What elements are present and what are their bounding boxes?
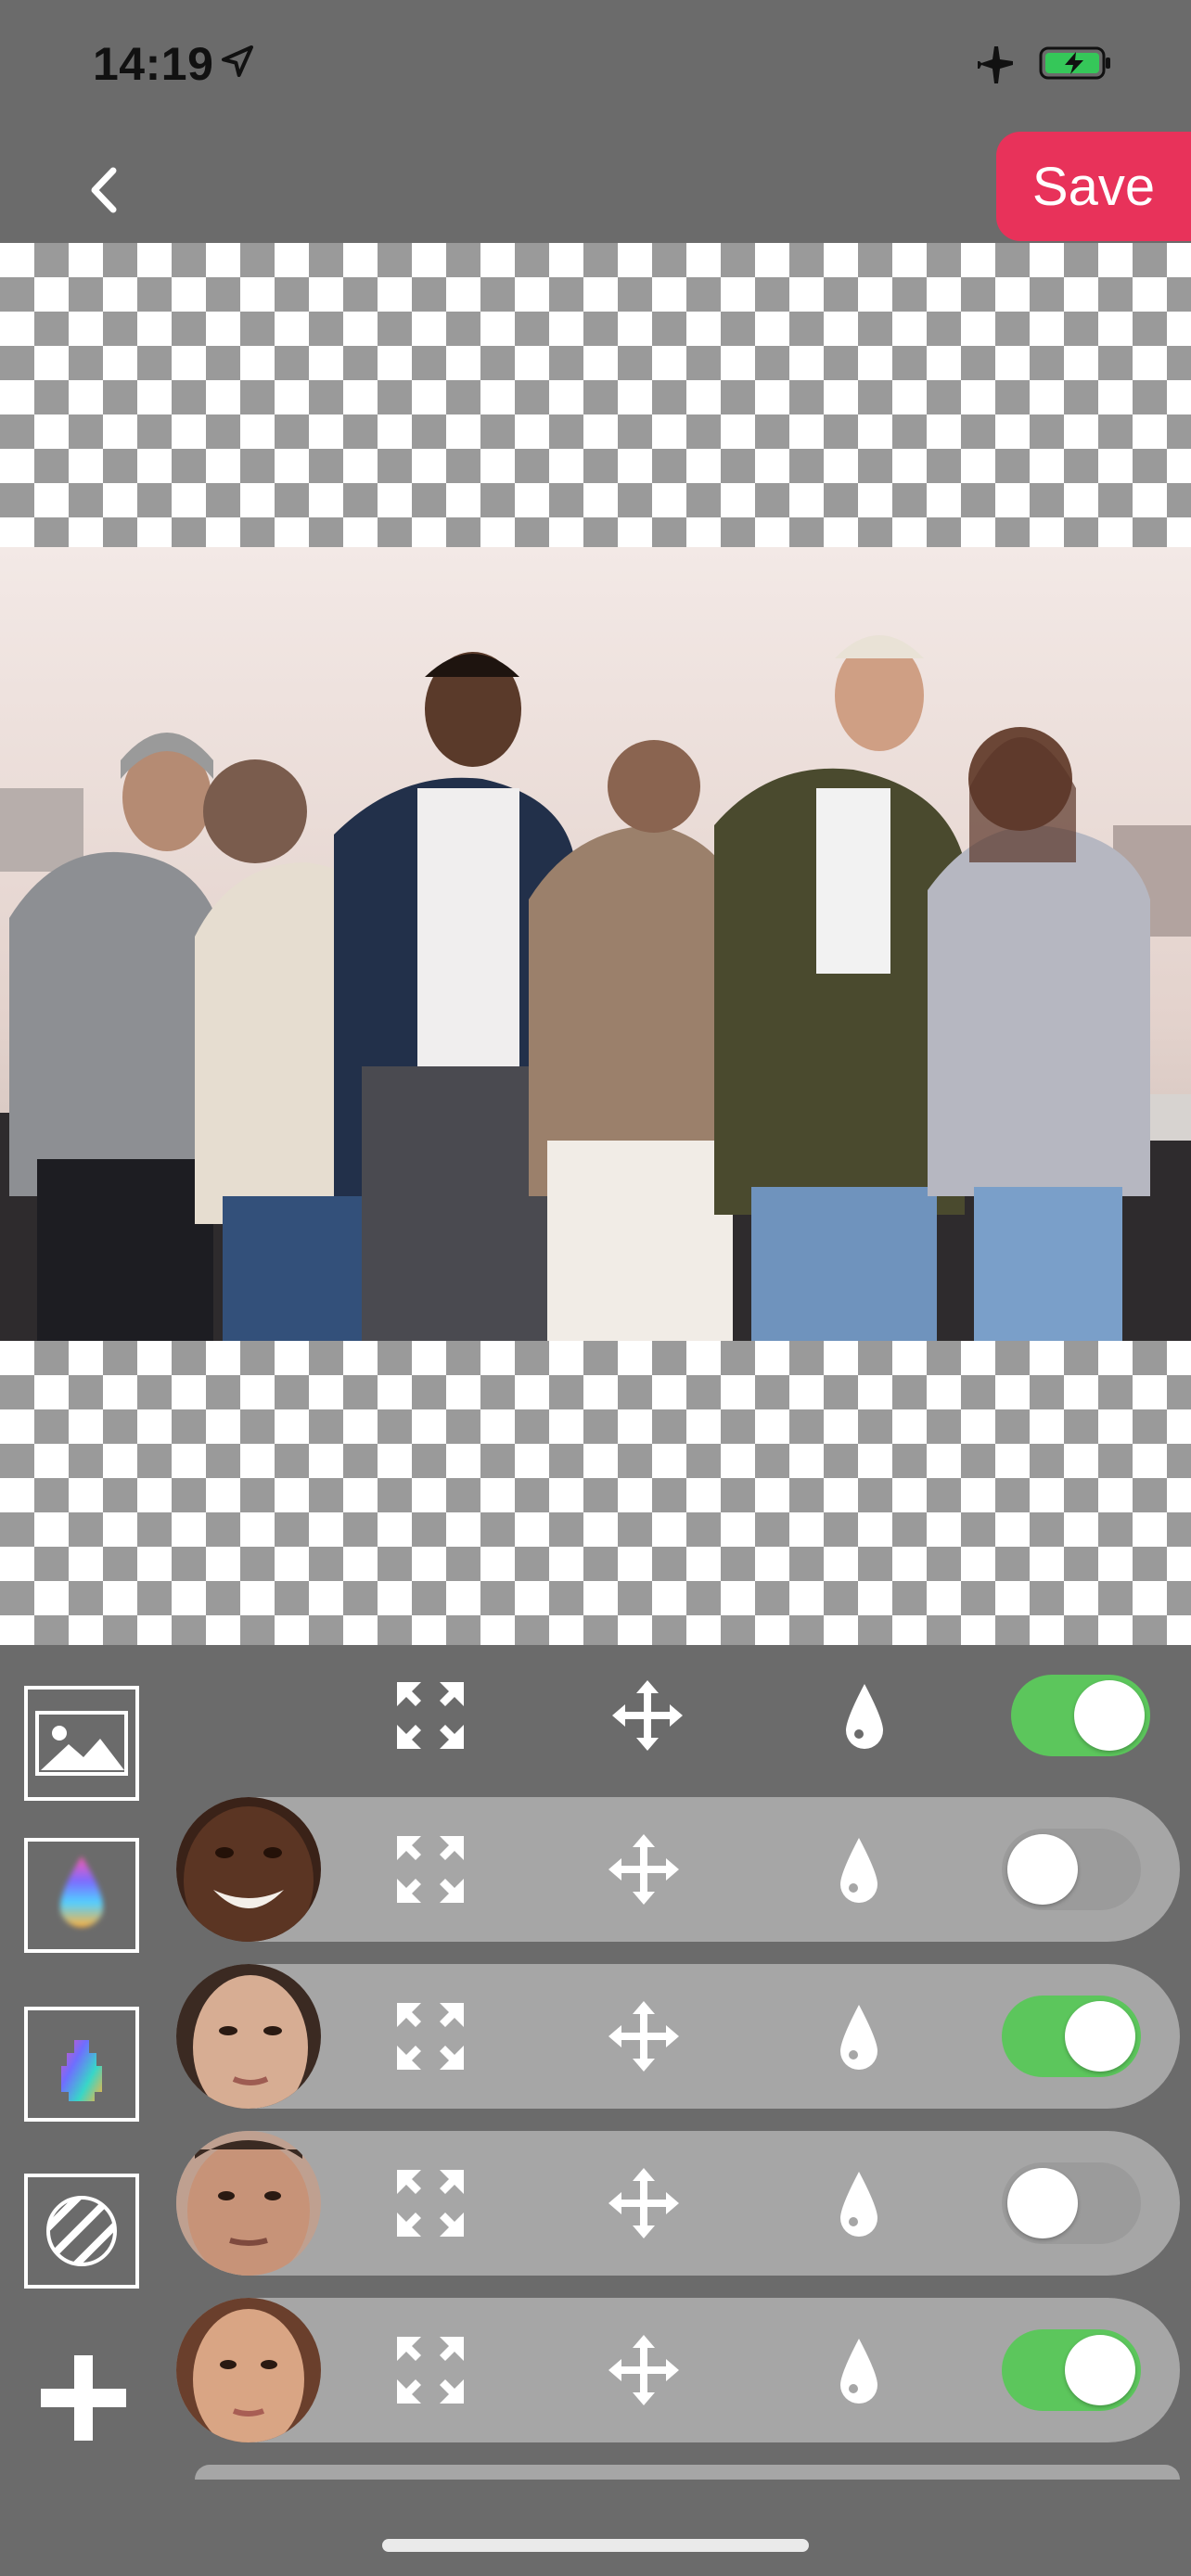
rainbow-pixel-drop-icon [61,2027,102,2101]
resize-icon[interactable] [393,1832,467,1906]
resize-icon[interactable] [393,2166,467,2240]
background-image-button[interactable] [24,1686,139,1801]
face-layer-row-partial [195,2465,1180,2480]
pattern-effect-button[interactable] [24,2174,139,2289]
back-button[interactable] [74,158,139,223]
face-toggle[interactable] [1002,1996,1141,2077]
move-icon[interactable] [607,1999,681,2073]
face-toggle[interactable] [1002,2329,1141,2411]
transparent-canvas-top [0,243,1191,547]
pixelate-effect-button[interactable] [24,2007,139,2122]
resize-icon[interactable] [393,2333,467,2407]
status-time: 14:19 [93,38,214,90]
image-icon [35,1711,128,1776]
location-arrow-icon [222,45,253,77]
face-thumbnail[interactable] [176,1797,321,1942]
resize-icon[interactable] [393,1999,467,2073]
resize-icon[interactable] [393,1678,467,1753]
blur-effect-button[interactable] [24,1838,139,1953]
battery-icon [1039,46,1110,80]
home-indicator [382,2539,809,2552]
transparent-canvas-bottom [0,1341,1191,1645]
edited-photo[interactable] [0,547,1191,1341]
opacity-drop-icon[interactable] [827,1678,902,1753]
move-icon[interactable] [607,2333,681,2407]
opacity-drop-icon[interactable] [822,1832,896,1906]
move-icon[interactable] [607,2166,681,2240]
save-button[interactable]: Save [996,132,1191,241]
opacity-drop-icon[interactable] [822,2166,896,2240]
airplane-mode-icon [978,46,1013,83]
face-thumbnail[interactable] [176,2131,321,2276]
move-icon[interactable] [607,1832,681,1906]
background-toggle[interactable] [1011,1675,1150,1756]
add-layer-button[interactable] [37,2352,130,2444]
opacity-drop-icon[interactable] [822,2333,896,2407]
face-toggle[interactable] [1002,2162,1141,2244]
face-toggle[interactable] [1002,1829,1141,1910]
rainbow-blur-drop-icon [59,1856,104,1928]
opacity-drop-icon[interactable] [822,1999,896,2073]
move-icon[interactable] [610,1678,685,1753]
striped-circle-icon [46,2196,117,2266]
face-thumbnail[interactable] [176,2298,321,2442]
face-thumbnail[interactable] [176,1964,321,2109]
